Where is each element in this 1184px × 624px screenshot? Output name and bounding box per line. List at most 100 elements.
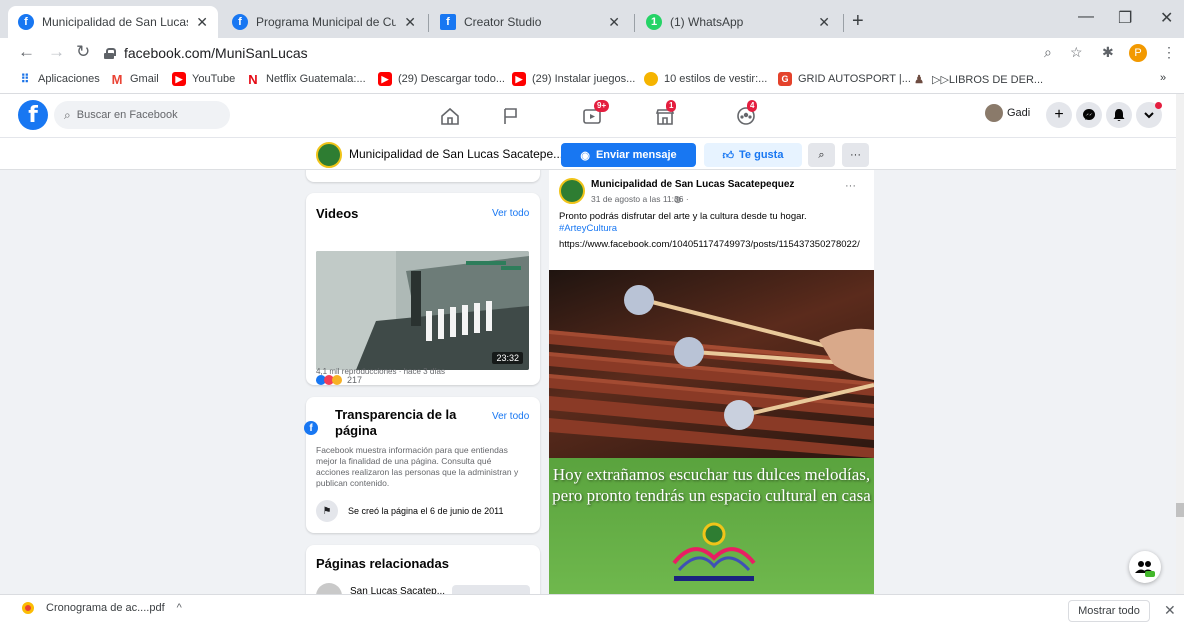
show-all-downloads-button[interactable]: Mostrar todo	[1068, 600, 1150, 622]
globe-icon: ◍	[674, 194, 682, 204]
facebook-icon: f	[304, 421, 318, 435]
star-icon[interactable]: ☆	[1070, 44, 1083, 61]
page-created-row: ⚑ Se creó la página el 6 de junio de 201…	[316, 500, 503, 522]
bookmarks-overflow-icon[interactable]: »	[1160, 72, 1166, 84]
bookmark-label: ▷▷LIBROS DE DER...	[932, 73, 1044, 86]
account-menu-icon[interactable]	[1136, 102, 1162, 128]
close-tab-icon[interactable]: ✕	[196, 14, 208, 31]
facebook-search-input[interactable]: ⌕ Buscar en Facebook	[54, 101, 230, 129]
avatar	[985, 104, 1003, 122]
transparency-title: Transparencia de la página	[335, 407, 457, 438]
new-tab-button[interactable]: +	[852, 10, 864, 33]
bookmark-label: Gmail	[130, 73, 159, 85]
download-item[interactable]: Cronograma de ac....pdf ^	[22, 602, 182, 614]
bookmark-apps[interactable]: ⠿ Aplicaciones	[18, 72, 100, 86]
bookmark-instalar[interactable]: ▶ (29) Instalar juegos...	[512, 72, 635, 86]
bookmark-grid[interactable]: G GRID AUTOSPORT |...	[778, 72, 911, 86]
bookmark-estilos[interactable]: 10 estilos de vestir:...	[644, 72, 767, 86]
bookmark-descargar[interactable]: ▶ (29) Descargar todo...	[378, 72, 505, 86]
marimba-illustration	[549, 285, 874, 458]
banner-text: Hoy extrañamos escuchar tus dulces melod…	[549, 464, 874, 506]
send-message-button[interactable]: ◉ Enviar mensaje	[561, 143, 696, 167]
bookmark-netflix[interactable]: N Netflix Guatemala:...	[246, 71, 366, 87]
tab-programa-cultura[interactable]: f Programa Municipal de Cultura F ✕	[222, 6, 426, 38]
profile-avatar[interactable]: P	[1129, 44, 1147, 62]
video-meta: 4,1 mil reproducciones · hace 3 días	[316, 367, 445, 376]
whatsapp-icon: 1	[646, 14, 662, 30]
new-room-button[interactable]	[1129, 551, 1161, 583]
page-name[interactable]: Municipalidad de San Lucas Sacatepe...	[349, 147, 563, 161]
messenger-icon[interactable]	[1076, 102, 1102, 128]
netflix-icon: N	[248, 71, 258, 87]
page-avatar[interactable]	[316, 142, 342, 168]
bookmark-label: YouTube	[192, 73, 236, 85]
like-label: Te gusta	[739, 149, 784, 161]
related-page-name[interactable]: San Lucas Sacatep...	[350, 586, 445, 594]
close-download-bar-icon[interactable]: ✕	[1164, 602, 1176, 619]
download-filename: Cronograma de ac....pdf	[46, 602, 165, 614]
bookmark-libros[interactable]: ♟ ▷▷LIBROS DE DER...	[912, 72, 1043, 86]
tab-title: Municipalidad de San Lucas Saca	[42, 15, 188, 29]
facebook-logo-icon[interactable]: f	[18, 100, 48, 130]
close-window-icon[interactable]: ✕	[1160, 8, 1173, 28]
groups-icon[interactable]: 4	[735, 100, 758, 126]
close-tab-icon[interactable]: ✕	[404, 14, 416, 31]
tab-creator-studio[interactable]: f Creator Studio ✕	[430, 6, 630, 38]
post-image[interactable]: Hoy extrañamos escuchar tus dulces melod…	[549, 270, 874, 594]
chevron-up-icon[interactable]: ^	[177, 602, 182, 614]
extensions-icon[interactable]: ✱	[1102, 44, 1114, 61]
create-plus-icon[interactable]: +	[1046, 102, 1072, 128]
video-thumbnail[interactable]: 23:32	[316, 251, 529, 370]
tab-whatsapp[interactable]: 1 (1) WhatsApp ✕	[636, 6, 840, 38]
bookmark-label: (29) Descargar todo...	[398, 73, 505, 85]
page-scrollbar[interactable]	[1176, 94, 1184, 594]
transparency-see-all-link[interactable]: Ver todo	[492, 411, 529, 422]
video-reactions[interactable]: 217	[316, 375, 362, 385]
bookmark-gmail[interactable]: M Gmail	[110, 72, 159, 87]
bookmark-label: 10 estilos de vestir:...	[664, 73, 768, 85]
minimize-icon[interactable]: —	[1078, 8, 1094, 26]
transparency-card: f Transparencia de la página Ver todo Fa…	[304, 397, 540, 533]
marketplace-icon[interactable]: 1	[654, 100, 677, 126]
post-hashtag[interactable]: #ArteyCultura	[559, 223, 617, 234]
reload-icon[interactable]: ↻	[76, 42, 90, 62]
tab-title: (1) WhatsApp	[670, 15, 744, 29]
post-link[interactable]: https://www.facebook.com/104051174749973…	[559, 239, 864, 251]
home-icon[interactable]	[439, 106, 461, 126]
related-pages-card: Páginas relacionadas San Lucas Sacatep..…	[306, 545, 540, 594]
page-more-button[interactable]: ···	[842, 143, 869, 167]
user-profile-chip[interactable]: Gadi	[985, 104, 1030, 122]
tab-municipalidad[interactable]: f Municipalidad de San Lucas Saca ✕	[8, 6, 218, 38]
scrollbar-thumb[interactable]	[1176, 503, 1184, 517]
pages-flag-icon[interactable]	[500, 106, 522, 126]
videos-see-all-link[interactable]: Ver todo	[492, 208, 529, 219]
bookmark-label: Netflix Guatemala:...	[266, 73, 366, 85]
post-more-options[interactable]: ···	[845, 180, 856, 192]
page-search-button[interactable]: ⌕	[808, 143, 835, 167]
notifications-bell-icon[interactable]	[1106, 102, 1132, 128]
back-icon[interactable]: ←	[18, 42, 35, 62]
post-author-name[interactable]: Municipalidad de San Lucas Sacatepequez	[591, 179, 794, 190]
marimba-photo	[549, 270, 874, 458]
banner-line-2: pero pronto tendrás un espacio cultural …	[552, 486, 871, 505]
forward-icon[interactable]: →	[48, 42, 65, 62]
related-page-avatar[interactable]	[316, 583, 342, 594]
bookmark-icon: ♟	[914, 73, 924, 86]
post-author-avatar[interactable]	[559, 178, 585, 204]
address-bar: ← → ↻ facebook.com/MuniSanLucas ⌕ ☆ ✱ ⋮	[0, 38, 1184, 68]
culture-program-logo	[672, 522, 756, 581]
close-tab-icon[interactable]: ✕	[608, 14, 620, 31]
tab-separator	[843, 14, 844, 32]
url-field[interactable]: facebook.com/MuniSanLucas	[104, 41, 1104, 65]
like-page-button[interactable]: 👍︎ Te gusta	[704, 143, 802, 167]
reaction-count: 217	[347, 375, 363, 385]
related-page-like-button[interactable]	[452, 585, 530, 594]
watch-icon[interactable]: 9+	[582, 100, 610, 126]
bookmark-youtube[interactable]: ▶ YouTube	[172, 72, 235, 86]
url-text: facebook.com/MuniSanLucas	[124, 45, 308, 61]
restore-icon[interactable]: ❐	[1118, 8, 1132, 28]
close-tab-icon[interactable]: ✕	[818, 14, 830, 31]
menu-icon[interactable]: ⋮	[1162, 44, 1176, 61]
zoom-icon[interactable]: ⌕	[1044, 44, 1052, 61]
more-label: ···	[850, 149, 861, 161]
